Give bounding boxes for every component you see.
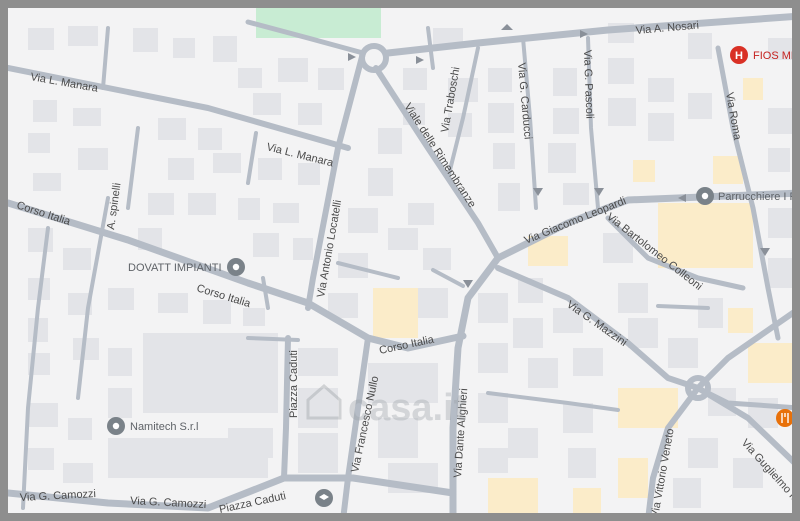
poi-restaurant[interactable] [776, 409, 794, 427]
poi-school[interactable] [315, 489, 333, 507]
street-label-piazza-caduti: Piazza Caduti [288, 350, 300, 418]
poi-label-fios: FIOS MED [753, 50, 800, 62]
park-area [256, 8, 381, 38]
poi-label-dovatt: DOVATT IMPIANTI [128, 262, 222, 274]
map-canvas[interactable]: Via A. Nosari Via L. Manara Via L. Manar… [8, 8, 800, 521]
street-label-via-g-pascoli: Via G. Pascoli [581, 50, 595, 119]
restaurant-icon [776, 409, 792, 427]
map-frame: Via A. Nosari Via L. Manara Via L. Manar… [0, 0, 800, 521]
poi-label-namitech: Namitech S.r.l [130, 421, 198, 433]
svg-text:H: H [735, 50, 743, 62]
poi-label-parrucchiere: Parrucchiere I F [718, 191, 797, 203]
watermark-text: casa.it [348, 387, 467, 429]
